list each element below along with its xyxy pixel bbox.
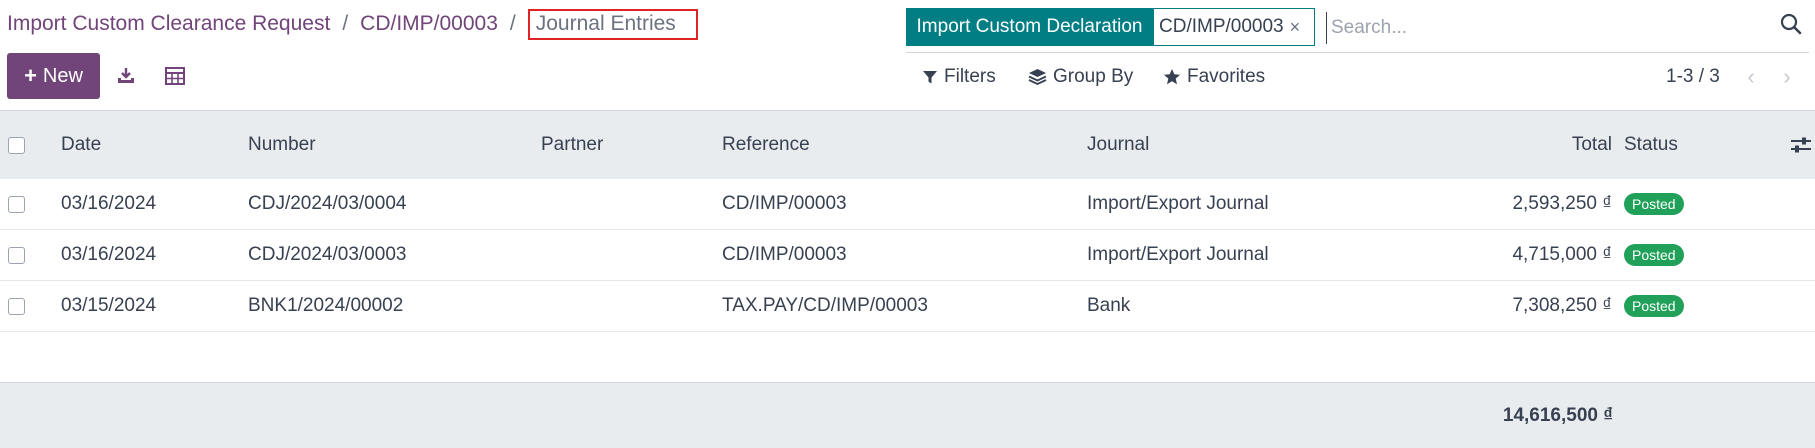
new-button[interactable]: + New <box>7 53 100 99</box>
table-header: Date Number Partner Reference Journal To… <box>0 110 1815 180</box>
column-header-total[interactable]: Total <box>1450 111 1612 179</box>
breadcrumb-item-record[interactable]: CD/IMP/00003 <box>360 12 498 36</box>
group-by-button[interactable]: Group By <box>1028 62 1133 92</box>
row-checkbox[interactable] <box>8 297 25 315</box>
search-facet-value: CD/IMP/00003 × <box>1153 8 1315 46</box>
status-badge: Posted <box>1624 295 1684 317</box>
new-button-label: New <box>42 64 83 87</box>
row-checkbox-cell[interactable] <box>8 179 25 229</box>
pager-value[interactable]: 1-3 / 3 <box>1666 62 1720 92</box>
cell-journal: Import/Export Journal <box>1087 244 1269 265</box>
filters-label: Filters <box>944 66 996 87</box>
download-icon[interactable] <box>111 60 141 92</box>
column-header-status[interactable]: Status <box>1624 111 1678 179</box>
group-by-label: Group By <box>1053 66 1134 87</box>
row-checkbox-cell[interactable] <box>8 230 25 280</box>
column-header-partner[interactable]: Partner <box>541 111 603 179</box>
cell-reference: TAX.PAY/CD/IMP/00003 <box>722 295 928 316</box>
cell-status: Posted <box>1624 230 1684 280</box>
cell-date: 03/15/2024 <box>61 295 157 316</box>
breadcrumb-separator: / <box>509 12 516 35</box>
search-input[interactable] <box>1326 12 1783 44</box>
cell-number: CDJ/2024/03/0003 <box>248 244 407 265</box>
search-icon[interactable] <box>1779 12 1805 38</box>
filter-icon <box>923 71 937 84</box>
favorites-label: Favorites <box>1187 66 1266 87</box>
remove-facet-icon[interactable]: × <box>1290 17 1301 38</box>
search-facet-label: Import Custom Declaration <box>906 8 1153 46</box>
cell-date: 03/16/2024 <box>61 193 157 214</box>
search-panel: Import Custom Declaration CD/IMP/00003 × <box>906 8 1809 53</box>
total-sum: 14,616,500 ₫ <box>1502 404 1613 426</box>
search-facet-value-text: CD/IMP/00003 <box>1159 16 1284 37</box>
star-icon <box>1164 69 1180 85</box>
cell-status: Posted <box>1624 179 1684 229</box>
cell-journal: Bank <box>1087 295 1131 316</box>
table-row[interactable]: 03/16/2024 CDJ/2024/03/0004 CD/IMP/00003… <box>0 179 1815 230</box>
pager-next-icon[interactable]: › <box>1775 64 1799 90</box>
column-header-journal[interactable]: Journal <box>1087 111 1149 179</box>
table-row[interactable]: 03/16/2024 CDJ/2024/03/0003 CD/IMP/00003… <box>0 230 1815 281</box>
cell-date: 03/16/2024 <box>61 244 157 265</box>
row-checkbox[interactable] <box>8 246 25 264</box>
table-footer: 14,616,500 ₫ <box>0 382 1815 448</box>
table-row[interactable]: 03/15/2024 BNK1/2024/00002 TAX.PAY/CD/IM… <box>0 281 1815 332</box>
column-header-number[interactable]: Number <box>248 111 316 179</box>
breadcrumb-separator: / <box>342 12 349 35</box>
table-icon[interactable] <box>160 60 190 92</box>
favorites-button[interactable]: Favorites <box>1163 62 1265 92</box>
cell-total: 2,593,250 ₫ <box>1512 193 1612 214</box>
status-badge: Posted <box>1624 193 1684 215</box>
cell-number: BNK1/2024/00002 <box>248 295 404 316</box>
cell-reference: CD/IMP/00003 <box>722 244 847 265</box>
cell-number: CDJ/2024/03/0004 <box>248 193 407 214</box>
layers-icon <box>1028 69 1047 85</box>
row-checkbox-cell[interactable] <box>8 281 25 331</box>
select-all-checkbox-cell[interactable] <box>8 111 25 179</box>
cell-total: 7,308,250 ₫ <box>1512 295 1612 316</box>
optional-columns-icon[interactable] <box>1790 111 1812 179</box>
breadcrumb-item-clearance-request[interactable]: Import Custom Clearance Request <box>7 12 330 36</box>
column-header-date[interactable]: Date <box>61 111 101 179</box>
cell-status: Posted <box>1624 281 1684 331</box>
plus-icon: + <box>24 63 37 88</box>
select-all-checkbox[interactable] <box>8 136 25 154</box>
cell-journal: Import/Export Journal <box>1087 193 1269 214</box>
cell-total: 4,715,000 ₫ <box>1512 244 1612 265</box>
status-badge: Posted <box>1624 244 1684 266</box>
breadcrumb-current-page: Journal Entries <box>527 8 698 40</box>
column-header-reference[interactable]: Reference <box>722 111 810 179</box>
cell-reference: CD/IMP/00003 <box>722 193 847 214</box>
row-checkbox[interactable] <box>8 195 25 213</box>
pager-previous-icon[interactable]: ‹ <box>1739 64 1763 90</box>
filters-button[interactable]: Filters <box>922 62 996 92</box>
breadcrumb: Import Custom Clearance Request / CD/IMP… <box>7 8 698 40</box>
